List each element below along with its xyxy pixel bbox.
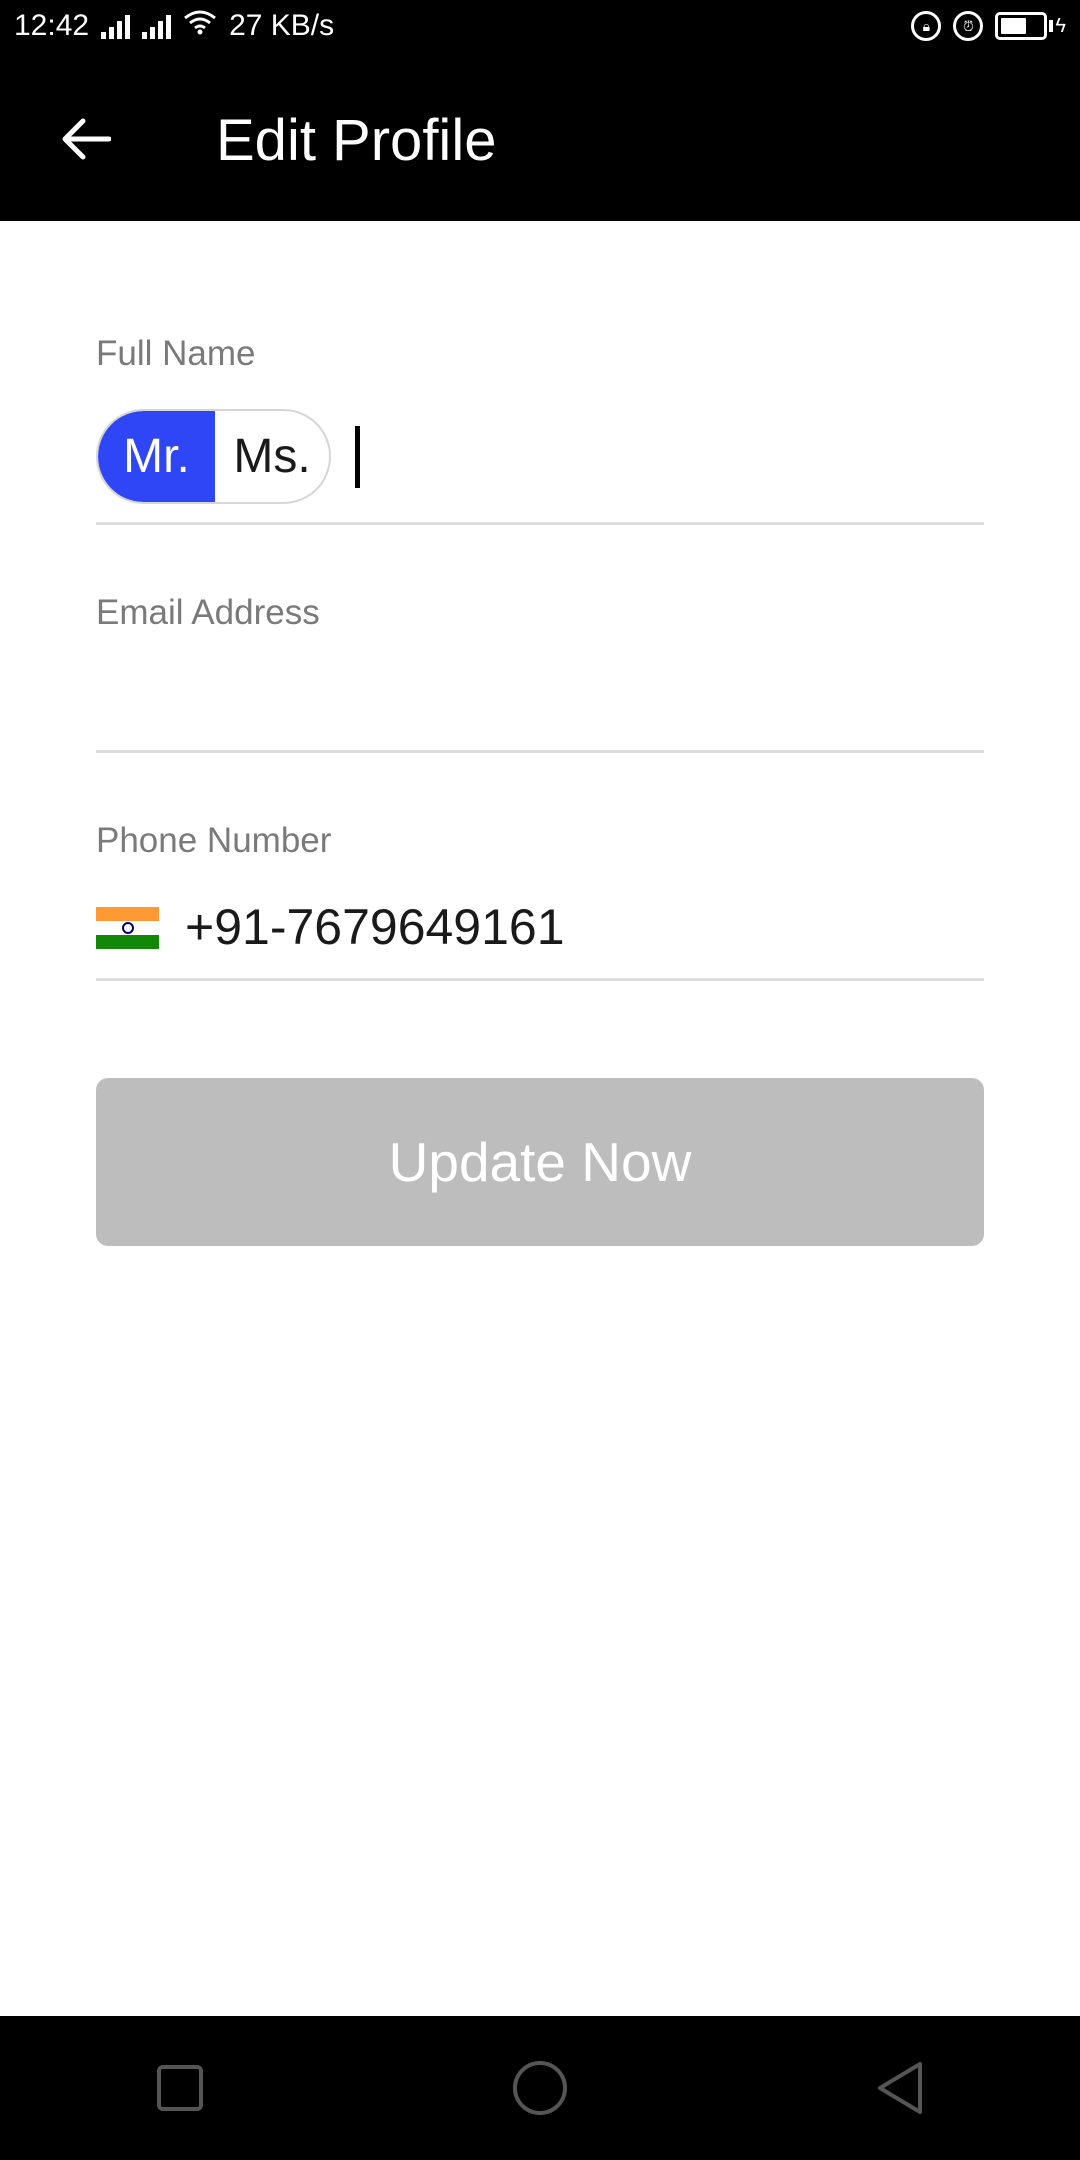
triangle-back-icon xyxy=(878,2062,922,2114)
charging-icon: ϟ xyxy=(1055,14,1066,37)
status-left: 12:42 27 KB/s xyxy=(14,9,334,43)
lock-rotation-icon: 🔒︎ xyxy=(911,11,942,41)
phone-underline xyxy=(96,978,984,981)
system-nav-bar xyxy=(0,2016,1080,2160)
alarm-icon: ⏰︎ xyxy=(953,11,984,41)
arrow-left-icon xyxy=(62,118,111,160)
email-underline xyxy=(96,750,984,753)
title-option-ms[interactable]: Ms. xyxy=(215,411,329,502)
title-toggle[interactable]: Mr. Ms. xyxy=(96,409,331,504)
battery-icon: ϟ xyxy=(995,12,1066,40)
home-button[interactable] xyxy=(480,2028,600,2148)
full-name-label: Full Name xyxy=(96,334,256,373)
square-icon xyxy=(157,2065,203,2111)
signal-icon-2 xyxy=(142,13,172,39)
page-title: Edit Profile xyxy=(216,108,497,173)
system-back-button[interactable] xyxy=(840,2028,960,2148)
phone-label: Phone Number xyxy=(96,821,332,860)
phone-value: +91-7679649161 xyxy=(185,899,565,955)
full-name-input[interactable] xyxy=(370,420,970,495)
text-cursor xyxy=(355,426,360,488)
status-bar: 12:42 27 KB/s 🔒︎ ⏰︎ ϟ xyxy=(0,0,1080,52)
india-flag-icon xyxy=(96,907,159,949)
net-speed: 27 KB/s xyxy=(229,9,335,42)
title-option-mr[interactable]: Mr. xyxy=(98,411,215,502)
update-now-button[interactable]: Update Now xyxy=(96,1078,984,1246)
status-right: 🔒︎ ⏰︎ ϟ xyxy=(911,11,1066,41)
recent-apps-button[interactable] xyxy=(120,2028,240,2148)
wifi-icon xyxy=(183,9,217,43)
email-label: Email Address xyxy=(96,593,320,632)
back-button[interactable] xyxy=(50,104,120,174)
status-time: 12:42 xyxy=(14,9,90,42)
email-input[interactable] xyxy=(96,650,976,740)
app-bar: Edit Profile xyxy=(0,52,1080,221)
full-name-underline xyxy=(96,522,984,525)
signal-icon xyxy=(101,13,131,39)
circle-icon xyxy=(513,2061,567,2115)
